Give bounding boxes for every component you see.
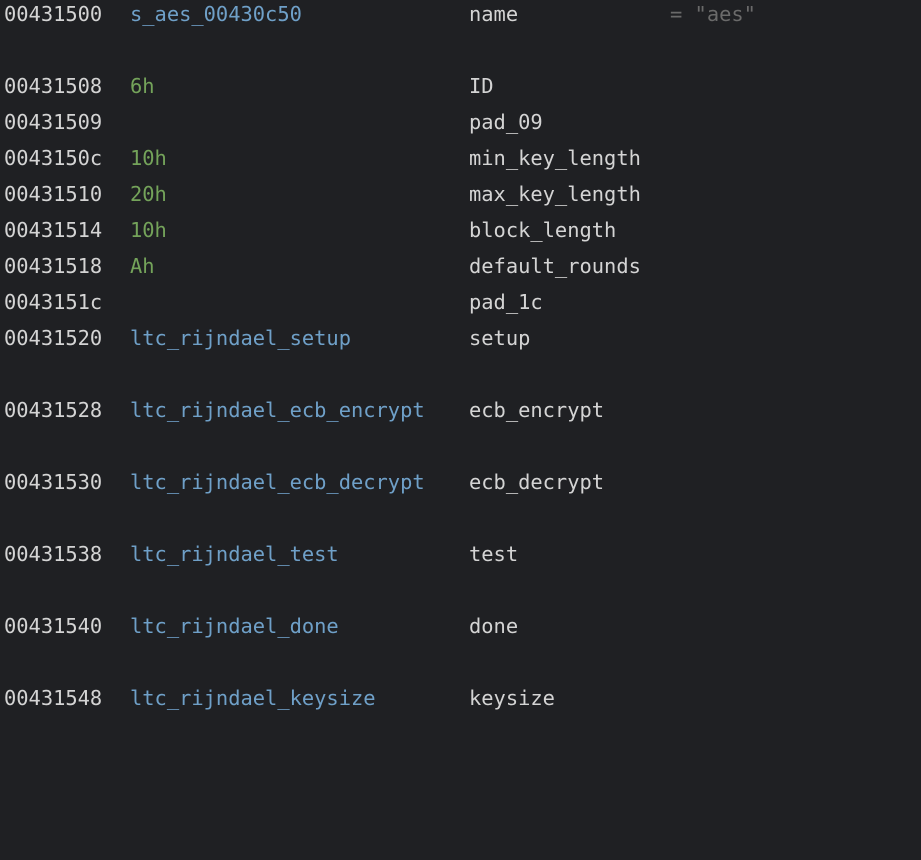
address-label[interactable]: 00431548 xyxy=(4,680,102,716)
numeric-value[interactable]: 20h xyxy=(130,176,167,212)
field-name[interactable]: ecb_encrypt xyxy=(469,392,604,428)
field-name[interactable]: pad_1c xyxy=(469,284,543,320)
address-label[interactable]: 0043150c xyxy=(4,140,102,176)
listing-row[interactable]: 00431514 10h block_length xyxy=(0,212,921,248)
numeric-value[interactable]: 10h xyxy=(130,212,167,248)
listing-row[interactable]: 0043150c 10h min_key_length xyxy=(0,140,921,176)
address-label[interactable]: 00431518 xyxy=(4,248,102,284)
address-label[interactable]: 00431520 xyxy=(4,320,102,356)
field-name[interactable]: min_key_length xyxy=(469,140,641,176)
string-comment: = "aes" xyxy=(670,2,756,26)
listing-row[interactable]: 0043151c pad_1c xyxy=(0,284,921,320)
listing-view: 00431500 s_aes_00430c50 name = "aes" 004… xyxy=(0,0,921,718)
symbol-reference[interactable]: ltc_rijndael_setup xyxy=(130,320,351,356)
symbol-reference[interactable]: ltc_rijndael_keysize xyxy=(130,680,376,716)
symbol-reference[interactable]: s_aes_00430c50 xyxy=(130,0,302,32)
field-name[interactable]: pad_09 xyxy=(469,104,543,140)
field-name[interactable]: test xyxy=(469,536,518,572)
field-name[interactable]: done xyxy=(469,608,518,644)
field-name[interactable]: setup xyxy=(469,320,530,356)
numeric-value[interactable]: 6h xyxy=(130,68,155,104)
field-name[interactable]: name xyxy=(469,0,518,32)
address-label[interactable]: 00431500 xyxy=(4,0,102,32)
field-name[interactable]: ecb_decrypt xyxy=(469,464,604,500)
listing-row[interactable]: 00431510 20h max_key_length xyxy=(0,176,921,212)
field-name[interactable]: max_key_length xyxy=(469,176,641,212)
symbol-reference[interactable]: ltc_rijndael_ecb_decrypt xyxy=(130,464,425,500)
address-label[interactable]: 00431510 xyxy=(4,176,102,212)
address-label[interactable]: 00431528 xyxy=(4,392,102,428)
field-name[interactable]: block_length xyxy=(469,212,616,248)
listing-row[interactable]: 00431528 ltc_rijndael_ecb_encrypt ecb_en… xyxy=(0,392,921,428)
numeric-value[interactable]: Ah xyxy=(130,248,155,284)
listing-row[interactable]: 00431508 6h ID xyxy=(0,68,921,104)
address-label[interactable]: 0043151c xyxy=(4,284,102,320)
listing-row[interactable]: 00431530 ltc_rijndael_ecb_decrypt ecb_de… xyxy=(0,464,921,500)
listing-row[interactable]: 00431540 ltc_rijndael_done done xyxy=(0,608,921,644)
field-name[interactable]: default_rounds xyxy=(469,248,641,284)
listing-row[interactable]: 00431509 pad_09 xyxy=(0,104,921,140)
symbol-reference[interactable]: ltc_rijndael_test xyxy=(130,536,339,572)
listing-row[interactable]: 00431538 ltc_rijndael_test test xyxy=(0,536,921,572)
symbol-reference[interactable]: ltc_rijndael_ecb_encrypt xyxy=(130,392,425,428)
numeric-value[interactable]: 10h xyxy=(130,140,167,176)
field-name[interactable]: keysize xyxy=(469,680,555,716)
listing-row[interactable]: 00431520 ltc_rijndael_setup setup xyxy=(0,320,921,356)
listing-row[interactable]: 00431518 Ah default_rounds xyxy=(0,248,921,284)
listing-row[interactable]: 00431548 ltc_rijndael_keysize keysize xyxy=(0,680,921,716)
symbol-reference[interactable]: ltc_rijndael_done xyxy=(130,608,339,644)
listing-row[interactable]: 00431500 s_aes_00430c50 name = "aes" xyxy=(0,0,921,32)
address-label[interactable]: 00431514 xyxy=(4,212,102,248)
address-label[interactable]: 00431508 xyxy=(4,68,102,104)
address-label[interactable]: 00431509 xyxy=(4,104,102,140)
address-label[interactable]: 00431540 xyxy=(4,608,102,644)
field-name[interactable]: ID xyxy=(469,68,494,104)
address-label[interactable]: 00431530 xyxy=(4,464,102,500)
address-label[interactable]: 00431538 xyxy=(4,536,102,572)
